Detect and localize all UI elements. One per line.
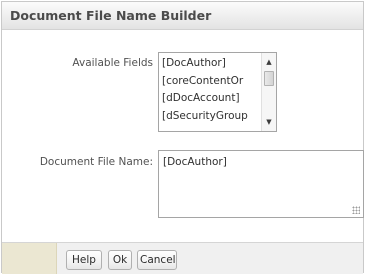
resize-grip-icon[interactable] [352, 206, 360, 214]
ok-button[interactable]: Ok [108, 250, 132, 270]
scroll-up-icon[interactable]: ▲ [262, 55, 276, 69]
list-item[interactable]: [dSecurityGroup [162, 108, 260, 126]
dialog-footer: Help Ok Cancel [2, 242, 363, 274]
available-fields-scrollbar[interactable]: ▲ ▼ [261, 53, 276, 131]
scroll-thumb[interactable] [264, 71, 274, 86]
help-button[interactable]: Help [66, 250, 102, 270]
document-file-name-textarea[interactable]: [DocAuthor] [158, 150, 364, 218]
document-file-name-label: Document File Name: [39, 156, 153, 168]
document-file-name-builder-dialog: Document File Name Builder Available Fie… [1, 1, 364, 274]
footer-accent-stripe [2, 243, 57, 274]
cancel-button[interactable]: Cancel [137, 250, 177, 270]
dialog-titlebar[interactable]: Document File Name Builder [2, 2, 363, 30]
list-item[interactable]: [dDocAccount] [162, 90, 260, 108]
available-fields-label: Available Fields [72, 57, 153, 69]
available-fields-listbox[interactable]: [DocAuthor] [coreContentOr [dDocAccount]… [158, 52, 277, 132]
dialog-title: Document File Name Builder [10, 8, 212, 23]
available-fields-items: [DocAuthor] [coreContentOr [dDocAccount]… [162, 55, 260, 125]
scroll-down-icon[interactable]: ▼ [262, 115, 276, 129]
list-item[interactable]: [coreContentOr [162, 73, 260, 91]
document-file-name-value: [DocAuthor] [163, 156, 227, 168]
list-item[interactable]: [DocAuthor] [162, 55, 260, 73]
